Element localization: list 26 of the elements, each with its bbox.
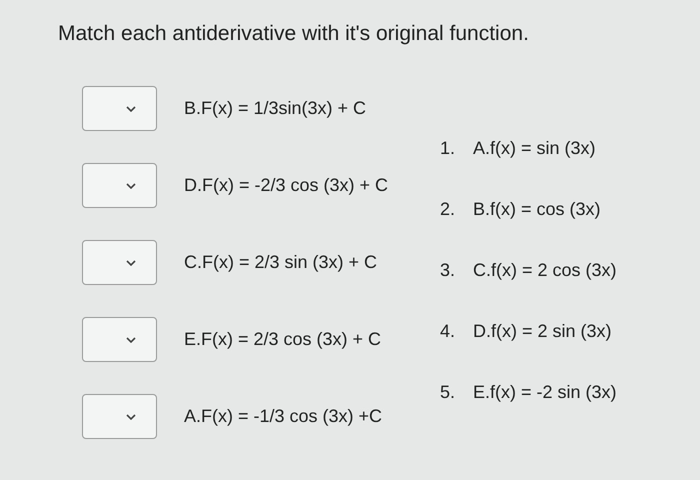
list-number: 4. <box>440 320 456 342</box>
question-text: Match each antiderivative with it's original function. <box>58 21 529 47</box>
antiderivative-text: B.F(x) = 1/3sin(3x) + C <box>184 97 366 120</box>
function-text: B.f(x) = cos (3x) <box>473 198 601 221</box>
list-number: 2. <box>440 198 456 220</box>
chevron-down-icon <box>126 106 136 112</box>
answer-dropdown[interactable] <box>82 240 157 285</box>
answer-dropdown[interactable] <box>82 394 157 439</box>
function-text: C.f(x) = 2 cos (3x) <box>473 258 617 282</box>
antiderivative-text: E.F(x) = 2/3 cos (3x) + C <box>184 328 382 351</box>
answer-dropdown[interactable] <box>82 317 157 362</box>
function-text: D.f(x) = 2 sin (3x) <box>473 320 612 343</box>
chevron-down-icon <box>126 260 136 266</box>
chevron-down-icon <box>126 336 136 342</box>
function-text: A.f(x) = sin (3x) <box>473 136 596 160</box>
list-number: 5. <box>440 380 456 404</box>
chevron-down-icon <box>126 414 136 420</box>
antiderivative-text: A.F(x) = -1/3 cos (3x) +C <box>184 405 382 428</box>
antiderivative-text: D.F(x) = -2/3 cos (3x) + C <box>184 174 388 197</box>
function-text: E.f(x) = -2 sin (3x) <box>473 380 617 404</box>
answer-dropdown[interactable] <box>82 86 157 131</box>
list-number: 1. <box>440 136 456 160</box>
antiderivative-text: C.F(x) = 2/3 sin (3x) + C <box>184 251 378 274</box>
list-number: 3. <box>440 258 456 282</box>
answer-dropdown[interactable] <box>82 163 157 208</box>
chevron-down-icon <box>126 182 136 188</box>
